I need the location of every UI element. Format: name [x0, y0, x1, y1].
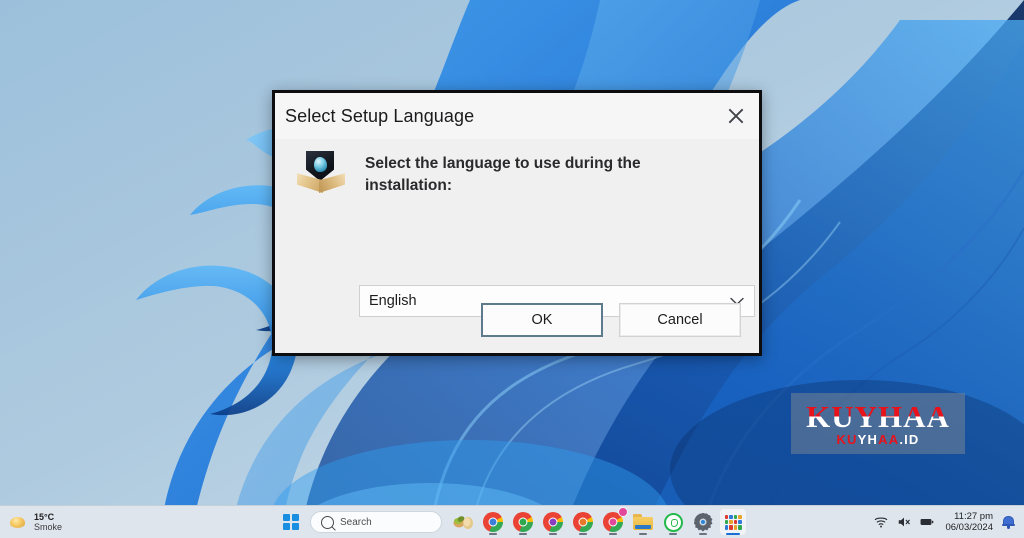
prompt-row: Select the language to use during the in…	[291, 145, 741, 197]
whatsapp-icon	[663, 512, 683, 532]
chrome-window-1[interactable]	[480, 509, 506, 535]
windows-logo-icon	[283, 514, 299, 530]
clock-date: 06/03/2024	[945, 522, 993, 533]
chrome-window-4[interactable]	[570, 509, 596, 535]
watermark-subtitle: KUYHAA.ID	[836, 433, 919, 446]
clock-time: 11:27 pm	[954, 510, 993, 522]
notification-badge	[618, 507, 628, 517]
prompt-label: Select the language to use during the in…	[365, 155, 641, 194]
installer-glyph	[314, 157, 327, 172]
weather-condition: Smoke	[34, 522, 63, 532]
search-input[interactable]: Search	[310, 511, 442, 533]
taskbar: 15°C Smoke Search 11:27 pm 06/03/2024	[0, 505, 1024, 538]
chrome-window-2[interactable]	[510, 509, 536, 535]
select-setup-language-dialog: Select Setup Language Select the languag…	[272, 90, 762, 356]
whatsapp-button[interactable]	[660, 509, 686, 535]
watermark-title: KUYHAA	[806, 399, 950, 434]
dialog-button-row: OK Cancel	[275, 303, 759, 337]
start-button[interactable]	[278, 509, 304, 535]
clock-widget[interactable]: 11:27 pm 06/03/2024	[945, 511, 993, 534]
ok-button[interactable]: OK	[481, 303, 603, 337]
battery-icon[interactable]	[920, 515, 934, 529]
watermark-sub-id: .ID	[899, 432, 920, 447]
speaker-muted-icon[interactable]	[897, 515, 911, 529]
weather-temperature: 15°C	[34, 511, 55, 522]
search-icon	[321, 515, 334, 529]
chrome-icon	[513, 512, 533, 532]
watermark-sub-ku: KU	[836, 432, 858, 447]
wifi-icon[interactable]	[874, 515, 888, 529]
winrar-button[interactable]	[720, 509, 746, 535]
photos-icon	[453, 516, 473, 529]
watermark-sub-yh: YH	[857, 432, 879, 447]
settings-button[interactable]	[690, 509, 716, 535]
dialog-body: Select the language to use during the in…	[275, 139, 759, 353]
pinned-app-photos[interactable]	[450, 509, 476, 535]
system-tray: 11:27 pm 06/03/2024	[814, 511, 1024, 534]
gear-icon	[693, 512, 713, 532]
file-explorer-button[interactable]	[630, 509, 656, 535]
screen: KUYHAA KUYHAA.ID Select Setup Language S…	[0, 0, 1024, 538]
chrome-icon	[543, 512, 563, 532]
close-icon[interactable]	[713, 93, 759, 139]
folder-icon	[633, 513, 653, 531]
winrar-icon	[723, 513, 743, 531]
chrome-icon	[483, 512, 503, 532]
setup-installer-icon	[297, 149, 345, 197]
weather-widget[interactable]: 15°C Smoke	[34, 512, 62, 533]
dialog-title: Select Setup Language	[285, 105, 475, 126]
chrome-icon	[573, 512, 593, 532]
taskbar-center: Search	[210, 507, 814, 535]
chrome-window-3[interactable]	[540, 509, 566, 535]
close-x-glyph	[728, 108, 744, 124]
watermark-sub-aa: AA	[878, 432, 900, 447]
weather-sun-icon	[8, 512, 28, 532]
search-placeholder: Search	[340, 516, 372, 528]
dialog-title-bar[interactable]: Select Setup Language	[275, 93, 759, 139]
kuyhaa-watermark: KUYHAA KUYHAA.ID	[791, 393, 965, 454]
cancel-button[interactable]: Cancel	[619, 303, 741, 337]
bell-icon[interactable]	[1002, 515, 1015, 529]
taskbar-left: 15°C Smoke	[0, 512, 210, 533]
chrome-window-5[interactable]	[600, 507, 628, 535]
